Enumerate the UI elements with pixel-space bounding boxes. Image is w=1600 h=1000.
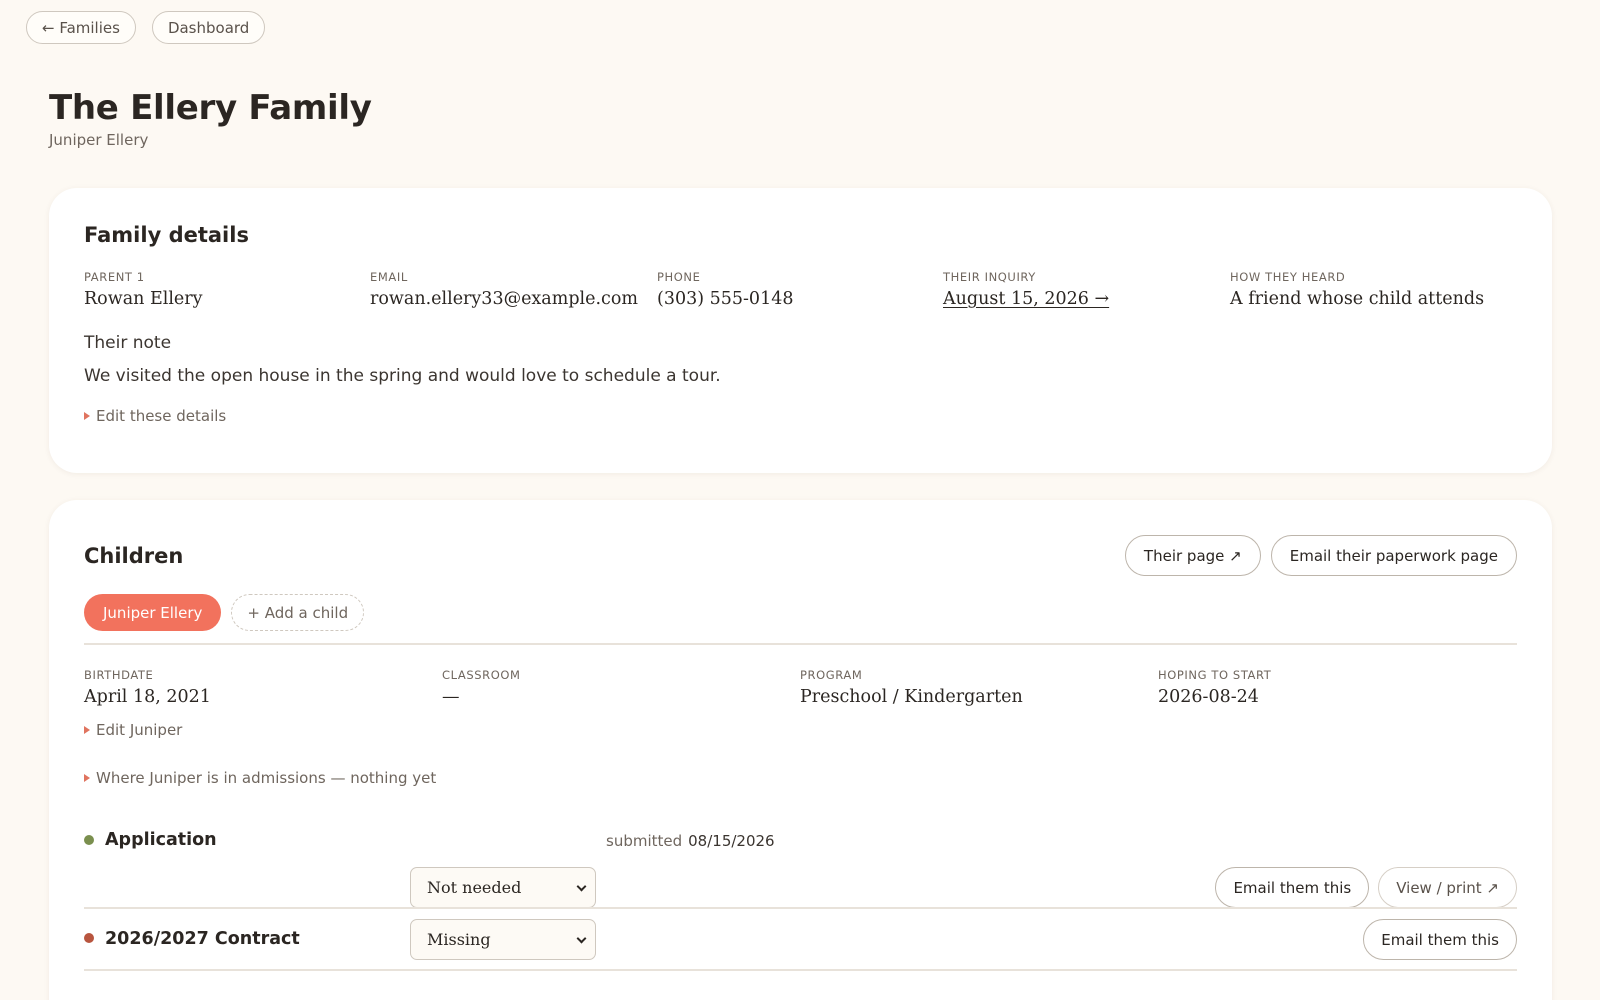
admissions-toggle[interactable]: Where Juniper is in admissions — nothing… (84, 769, 436, 787)
their-page-button[interactable]: Their page ↗ (1124, 535, 1261, 576)
field-label: PROGRAM (800, 668, 863, 682)
field-label: THEIR INQUIRY (943, 270, 1036, 284)
status-dot (84, 835, 94, 845)
select-value: Missing (427, 930, 491, 949)
children-card: Children Their page ↗ Email their paperw… (49, 500, 1552, 1000)
parent-field: PARENT 1 Rowan Ellery (84, 270, 203, 309)
inquiry-field: THEIR INQUIRY August 15, 2026 → (943, 270, 1109, 309)
application-status-select[interactable]: Not needed (410, 867, 596, 908)
add-child-button[interactable]: + Add a child (231, 594, 365, 631)
dashboard-button[interactable]: Dashboard (151, 11, 266, 44)
disclosure-triangle-icon (84, 726, 90, 734)
contract-status-select[interactable]: Missing (410, 919, 596, 960)
field-value: A friend whose child attends (1230, 289, 1485, 309)
field-value: Preschool / Kindergarten (800, 687, 1023, 707)
disclosure-triangle-icon (84, 412, 90, 420)
phone-field: PHONE (303) 555-0148 (657, 270, 793, 309)
edit-details-toggle[interactable]: Edit these details (84, 407, 226, 425)
chevron-down-icon (576, 881, 587, 892)
disclosure-triangle-icon (84, 774, 90, 782)
chevron-down-icon (576, 933, 587, 944)
field-label: HOW THEY HEARD (1230, 270, 1346, 284)
field-value: rowan.ellery33@example.com (370, 289, 638, 309)
submitted-date: 08/15/2026 (688, 832, 775, 850)
children-actions: Their page ↗ Email their paperwork page (1124, 535, 1517, 576)
birthdate-field: BIRTHDATE April 18, 2021 (84, 668, 211, 707)
email-contract-button[interactable]: Email them this (1363, 919, 1517, 960)
status-dot (84, 933, 94, 943)
field-label: HOPING TO START (1158, 668, 1272, 682)
divider (84, 643, 1517, 645)
family-details-card: Family details PARENT 1 Rowan Ellery EMA… (49, 188, 1552, 473)
field-label: BIRTHDATE (84, 668, 154, 682)
divider (84, 969, 1517, 971)
document-name: Application (105, 830, 217, 850)
email-paperwork-button[interactable]: Email their paperwork page (1270, 535, 1517, 576)
child-tab-juniper[interactable]: Juniper Ellery (84, 594, 222, 631)
page-subtitle: Juniper Ellery (49, 131, 149, 149)
classroom-field: CLASSROOM — (442, 668, 521, 707)
edit-child-toggle[interactable]: Edit Juniper (84, 721, 182, 739)
family-details-title: Family details (84, 223, 249, 247)
field-value: 2026-08-24 (1158, 687, 1259, 707)
select-value: Not needed (427, 878, 522, 897)
child-tabs: Juniper Ellery + Add a child (84, 594, 365, 631)
field-label: PHONE (657, 270, 701, 284)
note-text: We visited the open house in the spring … (84, 366, 721, 386)
top-nav: ← Families Dashboard (26, 11, 266, 44)
email-field: EMAIL rowan.ellery33@example.com (370, 270, 638, 309)
submitted-info: submitted 08/15/2026 (606, 832, 775, 850)
field-label: PARENT 1 (84, 270, 145, 284)
children-title: Children (84, 544, 184, 568)
program-field: PROGRAM Preschool / Kindergarten (800, 668, 1023, 707)
edit-details-label: Edit these details (96, 407, 227, 425)
submitted-label: submitted (606, 832, 683, 850)
view-print-button[interactable]: View / print ↗ (1378, 867, 1517, 908)
field-value: (303) 555-0148 (657, 289, 794, 309)
field-label: EMAIL (370, 270, 408, 284)
field-value: April 18, 2021 (84, 687, 211, 707)
field-label: CLASSROOM (442, 668, 521, 682)
field-value: Rowan Ellery (84, 289, 203, 309)
field-value: — (442, 687, 460, 707)
page-title: The Ellery Family (49, 88, 372, 128)
how-heard-field: HOW THEY HEARD A friend whose child atte… (1230, 270, 1484, 309)
note-label: Their note (84, 333, 172, 353)
admissions-label: Where Juniper is in admissions — nothing… (96, 769, 437, 787)
contract-actions: Email them this (1363, 919, 1517, 960)
email-application-button[interactable]: Email them this (1215, 867, 1370, 908)
start-date-field: HOPING TO START 2026-08-24 (1158, 668, 1271, 707)
document-name: 2026/2027 Contract (105, 929, 300, 949)
divider (84, 907, 1517, 909)
edit-child-label: Edit Juniper (96, 721, 183, 739)
back-to-families-button[interactable]: ← Families (26, 11, 136, 44)
document-row-application: Application submitted 08/15/2026 Not need… (84, 820, 1517, 920)
application-actions: Email them this View / print ↗ (1215, 867, 1517, 908)
inquiry-link[interactable]: August 15, 2026 → (943, 289, 1109, 309)
